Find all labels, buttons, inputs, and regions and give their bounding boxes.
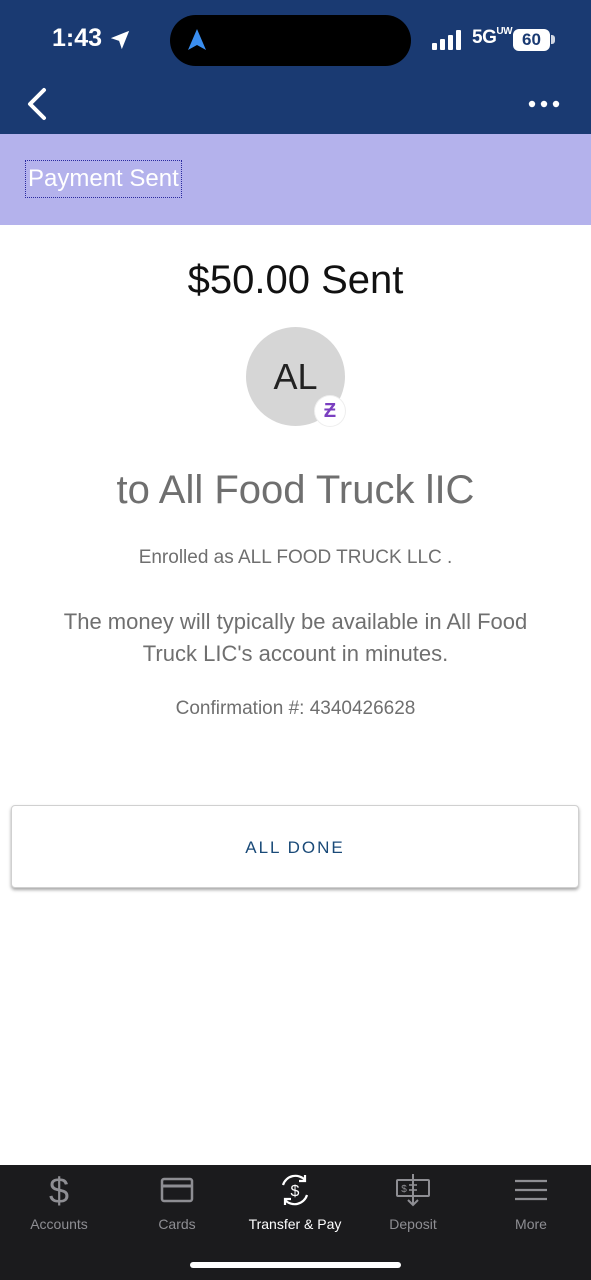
tab-cards[interactable]: Cards [118, 1172, 236, 1242]
svg-text:$: $ [291, 1183, 300, 1200]
svg-text:$: $ [401, 1184, 407, 1195]
tab-accounts[interactable]: $ Accounts [0, 1172, 118, 1242]
tab-label-more: More [515, 1216, 547, 1232]
network-badge: UW [496, 25, 513, 37]
back-button[interactable] [22, 86, 54, 122]
home-indicator [190, 1262, 401, 1268]
recipient-name: to All Food Truck lIC [116, 468, 475, 512]
availability-note: The money will typically be available in… [63, 609, 528, 666]
zelle-icon: Ƶ [315, 396, 345, 426]
tab-label-cards: Cards [158, 1216, 196, 1232]
all-done-button[interactable]: ALL DONE [11, 805, 579, 888]
more-options-button[interactable] [526, 94, 562, 114]
tab-more[interactable]: More [472, 1172, 590, 1242]
page-title: Payment Sent [25, 160, 182, 198]
tab-label-accounts: Accounts [30, 1216, 88, 1232]
confirmation-number: Confirmation #: 4340426628 [175, 698, 416, 719]
enrolled-as-text: Enrolled as ALL FOOD TRUCK LLC . [138, 547, 453, 568]
network-indicator: 5GUW [472, 25, 513, 49]
navigation-arrow-icon [188, 29, 206, 50]
battery-nub [551, 35, 555, 44]
tab-label-deposit: Deposit [389, 1216, 437, 1232]
svg-text:$: $ [49, 1172, 69, 1208]
network-type: 5G [472, 27, 497, 48]
tab-transfer-pay[interactable]: $ Transfer & Pay [236, 1172, 354, 1242]
transfer-pay-icon: $ [281, 1174, 309, 1206]
signal-bars-icon [432, 30, 461, 50]
deposit-check-icon: $ [396, 1174, 430, 1207]
dollar-icon: $ [49, 1172, 69, 1208]
tab-label-transfer-pay: Transfer & Pay [248, 1216, 342, 1232]
tab-deposit[interactable]: $ Deposit [354, 1172, 472, 1242]
battery-level: 60 [513, 29, 550, 51]
menu-icon [515, 1179, 547, 1201]
card-icon [160, 1177, 194, 1203]
sent-amount: $50.00 Sent [187, 258, 404, 302]
status-time: 1:43 [52, 24, 103, 52]
location-arrow-icon [110, 30, 130, 50]
